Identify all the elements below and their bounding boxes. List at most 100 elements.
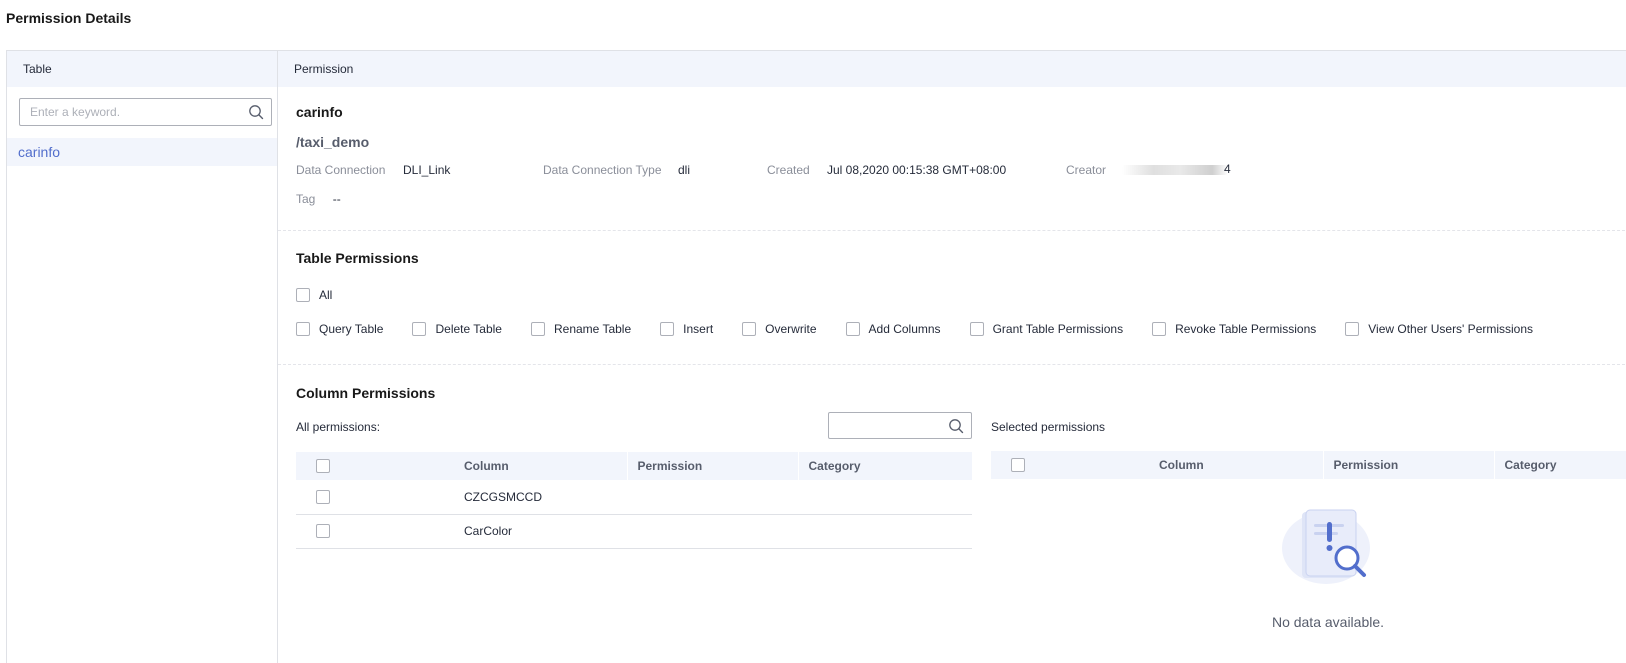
permission-pane: Permission carinfo /taxi_demo Data Conne… [278,51,1626,663]
cell-category [798,480,972,515]
perm-label: Grant Table Permissions [992,322,1124,336]
perm-overwrite[interactable]: Overwrite [742,322,817,336]
perm-delete-table[interactable]: Delete Table [412,322,502,336]
data-connection-label: Data Connection [296,163,386,177]
creator-value-wrap: 4 [1122,162,1231,176]
column-header-permission: Permission [626,452,798,480]
checkbox[interactable] [296,322,310,336]
tag-label: Tag [296,192,316,206]
permission-pane-header: Permission [278,51,1626,87]
perm-insert[interactable]: Insert [660,322,713,336]
column-header-column: Column [1159,451,1323,479]
checkbox[interactable] [412,322,427,336]
created-value: Jul 08,2020 00:15:38 GMT+08:00 [827,163,1007,177]
checkbox[interactable] [1345,322,1360,336]
perm-label: Delete Table [435,322,502,336]
no-data-illustration-icon [1282,509,1370,584]
table-name: carinfo [296,104,343,120]
checkbox[interactable] [316,459,330,474]
column-header-category: Category [1493,451,1626,479]
checkbox[interactable] [742,322,757,336]
perm-rename-table[interactable]: Rename Table [530,322,632,336]
tag-value: -- [332,192,341,206]
section-divider [278,230,1626,231]
row-select[interactable] [296,514,464,549]
perm-label: Insert [683,322,714,336]
perm-label: Revoke Table Permissions [1175,322,1317,336]
column-header-permission: Permission [1322,451,1494,479]
perm-label: Rename Table [553,322,632,336]
perm-label: View Other Users' Permissions [1368,322,1534,336]
table-header-row: Column Permission Category [991,451,1626,479]
table-list-item-carinfo[interactable]: carinfo [7,138,277,166]
search-icon[interactable] [948,418,964,434]
column-search-input[interactable] [829,413,939,438]
connection-type-value: dli [678,163,691,177]
page-title: Permission Details [6,10,132,26]
table-search-input[interactable] [20,99,240,125]
checkbox[interactable] [1152,322,1167,336]
table-row[interactable]: CarColor [296,514,972,549]
table-permissions-title: Table Permissions [296,250,419,266]
connection-type-value-wrap: dli [678,163,690,177]
connection-type-label: Data Connection Type [543,163,662,177]
permission-frame: Table carinfo Permission carinfo /taxi_d… [6,50,1626,663]
checkbox[interactable] [316,524,330,539]
perm-add-columns[interactable]: Add Columns [845,322,941,336]
perm-revoke-table-permissions[interactable]: Revoke Table Permissions [1152,322,1316,336]
created-field: Created [767,163,810,177]
perm-query-table[interactable]: Query Table [296,322,383,336]
creator-suffix: 4 [1224,162,1231,176]
data-connection-value: DLI_Link [403,163,451,177]
perm-label: Overwrite [765,322,817,336]
section-divider [278,364,1626,365]
checkbox[interactable] [530,322,545,336]
tag-field: Tag -- [296,192,341,206]
all-permissions-label: All permissions: [296,420,381,434]
search-icon[interactable] [248,104,264,120]
cell-permission [627,514,798,549]
column-search-box [828,412,972,439]
database-path: /taxi_demo [296,134,370,150]
checkbox-all[interactable] [296,288,310,302]
data-connection-field: Data Connection [296,163,385,177]
column-header-column: Column [464,452,627,480]
checkbox[interactable] [1011,458,1025,473]
header-select-all[interactable] [296,452,464,480]
created-label: Created [767,163,810,177]
cell-permission [627,480,798,515]
selected-permissions-table: Column Permission Category [991,451,1626,479]
created-value-wrap: Jul 08,2020 00:15:38 GMT+08:00 [827,163,1006,177]
header-select-all[interactable] [991,451,1159,479]
cell-category [798,514,972,549]
table-permission-options: Query Table Delete Table Rename Table In… [296,322,1562,336]
creator-field: Creator [1066,163,1106,177]
all-permissions-table: Column Permission Category CZCGSMCCD Car… [296,452,972,549]
table-row[interactable]: CZCGSMCCD [296,480,972,515]
creator-label: Creator [1066,163,1107,177]
connection-type-field: Data Connection Type [543,163,662,177]
checkbox[interactable] [660,322,675,336]
checkbox[interactable] [845,322,860,336]
checkbox[interactable] [969,322,984,336]
perm-view-other-users[interactable]: View Other Users' Permissions [1345,322,1533,336]
cell-column: CZCGSMCCD [464,480,627,515]
row-select[interactable] [296,480,464,515]
column-permissions-title: Column Permissions [296,385,436,401]
data-connection-value-wrap: DLI_Link [403,163,450,177]
perm-label: Add Columns [868,322,941,336]
all-permission-checkbox[interactable]: All [296,288,332,302]
checkbox[interactable] [316,490,330,505]
perm-label: Query Table [319,322,384,336]
selected-permissions-label: Selected permissions [991,420,1106,434]
empty-state [1263,506,1393,591]
creator-redacted [1122,164,1228,175]
table-search-box [19,98,272,126]
column-header-category: Category [797,452,972,480]
empty-state-text: No data available. [1271,614,1385,630]
table-list-pane: Table carinfo [7,51,278,663]
table-pane-header: Table [7,51,277,87]
all-permission-row: All [296,288,361,302]
perm-grant-table-permissions[interactable]: Grant Table Permissions [969,322,1124,336]
checkbox-label-all: All [319,288,333,302]
